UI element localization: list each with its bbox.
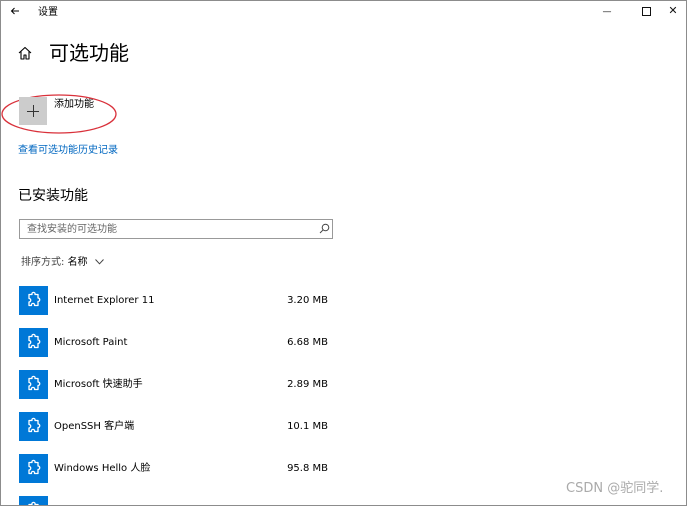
feature-row[interactable]: Microsoft Paint 6.68 MB [19,328,339,360]
close-button[interactable]: ✕ [660,1,686,21]
feature-row[interactable]: Microsoft 快速助手 2.89 MB [19,370,339,402]
puzzle-piece-icon [19,496,48,505]
feature-row[interactable]: OpenSSH 客户端 10.1 MB [19,412,339,444]
feature-name: Microsoft 快速助手 [54,379,143,390]
maximize-button[interactable] [633,1,659,21]
back-arrow-icon [10,7,19,15]
installed-features-heading: 已安装功能 [18,188,88,204]
feature-row[interactable]: Windows Media Player77.9 MB [19,496,339,505]
feature-name: Internet Explorer 11 [54,295,155,306]
history-link[interactable]: 查看可选功能历史记录 [18,145,118,157]
sort-label: 排序方式: [21,257,65,268]
search-box[interactable] [19,219,333,239]
feature-name: OpenSSH 客户端 [54,421,135,432]
feature-name: Windows Hello 人脸 [54,463,151,474]
sort-control[interactable]: 排序方式: 名称 [21,257,104,269]
app-title: 设置 [38,7,58,18]
feature-size: 10.1 MB [287,421,328,432]
puzzle-piece-icon [19,412,48,441]
search-icon[interactable] [319,223,330,234]
sort-value[interactable]: 名称 [68,257,88,268]
feature-size: 2.89 MB [287,379,328,390]
close-icon: ✕ [668,4,678,17]
feature-size: 6.68 MB [287,337,328,348]
add-feature-label[interactable]: 添加功能 [54,99,94,111]
chevron-down-icon[interactable] [94,259,104,265]
settings-window: 设置 — ✕ 可选功能 添加功能 查看可选功能历史记录 已安装功能 排 [0,0,687,506]
title-bar: 设置 — ✕ [1,1,686,25]
feature-row[interactable]: Windows Hello 人脸 95.8 MB [19,454,339,486]
page-title: 可选功能 [49,41,129,65]
back-button[interactable] [5,3,25,21]
feature-size: 95.8 MB [287,463,328,474]
minimize-button[interactable]: — [594,1,620,21]
puzzle-piece-icon [19,328,48,357]
maximize-icon [641,6,651,16]
search-input[interactable] [20,220,317,238]
puzzle-piece-icon [19,370,48,399]
home-icon[interactable] [17,45,33,61]
feature-size: 3.20 MB [287,295,328,306]
minimize-icon: — [602,7,612,17]
add-feature-button[interactable] [19,97,47,125]
watermark: CSDN @驼同学. [566,481,664,496]
feature-name: Microsoft Paint [54,337,128,348]
puzzle-piece-icon [19,286,48,315]
puzzle-piece-icon [19,454,48,483]
feature-row[interactable]: Internet Explorer 11 3.20 MB [19,286,339,318]
